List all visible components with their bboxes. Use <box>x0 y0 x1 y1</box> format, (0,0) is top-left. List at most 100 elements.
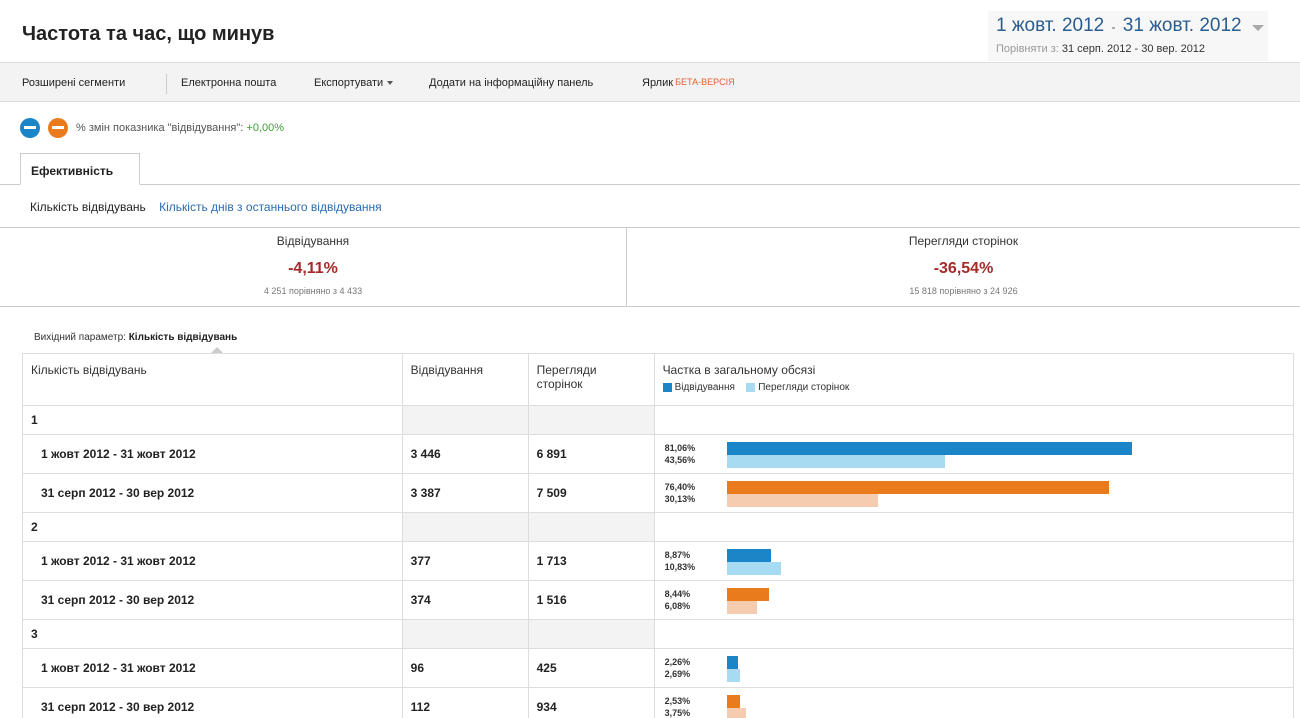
share-bars: 76,40% 30,13% <box>663 475 1285 511</box>
group-cell <box>401 405 529 435</box>
column-header-visits[interactable]: Відвідування <box>401 353 529 406</box>
scorecards: Відвідування -4,11% 4 251 порівняно з 4 … <box>0 227 1300 307</box>
advanced-segments-button[interactable]: Розширені сегменти <box>22 77 125 89</box>
pageviews-share-bar <box>726 494 878 507</box>
visits-share-bar <box>726 588 769 601</box>
row-period: 31 серп 2012 - 30 вер 2012 <box>22 687 403 718</box>
table-row[interactable]: 1 жовт 2012 - 31 жовт 2012 3 446 6 891 81,0… <box>22 434 1295 474</box>
column-header-dimension[interactable]: Кількість відвідувань <box>22 353 403 406</box>
date-range-picker[interactable]: 1 жовт. 2012 - 31 жовт. 2012 Порівняти з… <box>988 11 1268 61</box>
share-percentages: 76,40% 30,13% <box>665 481 696 505</box>
segment-current-icon[interactable] <box>20 118 40 138</box>
group-row: 2 <box>22 512 1295 542</box>
scorecard-pageviews: Перегляди сторінок -36,54% 15 818 порівн… <box>627 228 1300 306</box>
row-pageviews: 6 891 <box>527 434 655 474</box>
table-row[interactable]: 1 жовт 2012 - 31 жовт 2012 96 425 2,26% 2,69… <box>22 648 1295 688</box>
compare-range-value: 31 серп. 2012 - 30 вер. 2012 <box>1061 43 1206 55</box>
scorecard-visits-compare: 4 251 порівняно з 4 433 <box>263 286 363 296</box>
group-cell <box>653 512 1295 542</box>
add-to-dashboard-button[interactable]: Додати на інформаційну панель <box>429 77 593 89</box>
scorecard-pageviews-name: Перегляди сторінок <box>908 234 1019 248</box>
visits-share-bar <box>726 549 771 562</box>
legend-pageviews: Перегляди сторінок <box>746 382 849 393</box>
compare-range: Порівняти з: 31 серп. 2012 - 30 вер. 201… <box>996 43 1205 55</box>
share-percentages: 8,87% 10,83% <box>665 549 696 573</box>
row-period: 1 жовт 2012 - 31 жовт 2012 <box>22 648 403 688</box>
pageviews-share-pct: 30,13% <box>664 494 696 504</box>
group-row: 3 <box>22 619 1295 649</box>
chevron-down-icon <box>387 81 394 86</box>
group-cell <box>653 619 1295 649</box>
visits-share-pct: 2,26% <box>664 657 691 667</box>
share-bars: 8,44% 6,08% <box>663 582 1285 618</box>
table-row[interactable]: 1 жовт 2012 - 31 жовт 2012 377 1 713 8,87% 1… <box>22 541 1295 581</box>
email-button[interactable]: Електронна пошта <box>181 77 276 89</box>
pageviews-share-pct: 6,08% <box>664 601 691 611</box>
row-share: 2,26% 2,69% <box>653 648 1295 688</box>
row-share: 2,53% 3,75% <box>653 687 1295 718</box>
row-pageviews: 7 509 <box>527 473 655 513</box>
table-row[interactable]: 31 серп 2012 - 30 вер 2012 3 387 7 509 76,4… <box>22 473 1295 513</box>
pageviews-share-bar <box>726 455 945 468</box>
pageviews-share-pct: 2,69% <box>664 669 691 679</box>
segment-previous-icon[interactable] <box>48 118 68 138</box>
legend-pageviews-swatch <box>746 382 756 392</box>
row-pageviews: 1 713 <box>527 541 655 581</box>
share-bars: 81,06% 43,56% <box>663 436 1285 472</box>
table-body: 11 жовт 2012 - 31 жовт 2012 3 446 6 891 81,… <box>22 405 1295 718</box>
row-pageviews: 425 <box>527 648 655 688</box>
share-bars: 2,53% 3,75% <box>663 689 1285 718</box>
column-header-pageviews[interactable]: Перегляди сторінок <box>527 353 655 406</box>
row-pageviews: 1 516 <box>527 580 655 620</box>
primary-dimension-label: Вихідний параметр: <box>34 332 126 343</box>
beta-badge: БЕТА-ВЕРСІЯ <box>675 77 735 87</box>
table-row[interactable]: 31 серп 2012 - 30 вер 2012 112 934 2,53% 3,7… <box>22 687 1295 718</box>
pageviews-share-bar <box>726 669 740 682</box>
table-row[interactable]: 31 серп 2012 - 30 вер 2012 374 1 516 8,44% 6… <box>22 580 1295 620</box>
group-cell <box>527 405 655 435</box>
date-range-end: 31 жовт. 2012 <box>1122 15 1242 36</box>
group-row: 1 <box>22 405 1295 435</box>
share-percentages: 81,06% 43,56% <box>665 442 696 466</box>
segment-change-label: % змін показника "відвідування": <box>76 122 244 134</box>
subnav-visit-count[interactable]: Кількість відвідувань <box>30 200 146 214</box>
group-label: 2 <box>22 512 403 542</box>
legend-visits-label: Відвідування <box>674 382 735 393</box>
row-period: 31 серп 2012 - 30 вер 2012 <box>22 580 403 620</box>
tab-performance[interactable]: Ефективність <box>20 153 140 185</box>
report-toolbar: Розширені сегменти Електронна пошта Експ… <box>0 62 1300 102</box>
row-visits: 377 <box>401 541 529 581</box>
group-cell <box>527 512 655 542</box>
pageviews-share-pct: 3,75% <box>664 708 691 718</box>
visits-share-pct: 8,87% <box>664 550 691 560</box>
group-cell <box>401 619 529 649</box>
visits-share-pct: 81,06% <box>664 443 696 453</box>
chevron-down-icon[interactable] <box>1252 25 1264 31</box>
scorecard-visits-name: Відвідування <box>276 234 350 248</box>
pageviews-share-pct: 10,83% <box>664 562 696 572</box>
row-visits: 112 <box>401 687 529 718</box>
share-percentages: 8,44% 6,08% <box>665 588 691 612</box>
data-table: Кількість відвідувань Відвідування Перег… <box>22 353 1295 718</box>
export-label: Експортувати <box>314 77 384 89</box>
legend-pageviews-label: Перегляди сторінок <box>758 382 850 393</box>
scorecard-pageviews-change: -36,54% <box>933 260 994 277</box>
row-period: 31 серп 2012 - 30 вер 2012 <box>22 473 403 513</box>
row-pageviews: 934 <box>527 687 655 718</box>
date-range-main[interactable]: 1 жовт. 2012 - 31 жовт. 2012 <box>996 15 1242 37</box>
pageviews-share-bar <box>726 708 746 718</box>
pageviews-share-pct: 43,56% <box>664 455 696 465</box>
visits-share-pct: 2,53% <box>664 696 691 706</box>
shortcut-button[interactable]: Ярлик БЕТА-ВЕРСІЯ <box>642 77 735 89</box>
row-period: 1 жовт 2012 - 31 жовт 2012 <box>22 434 403 474</box>
visits-share-pct: 8,44% <box>664 589 691 599</box>
primary-dimension-value[interactable]: Кількість відвідувань <box>129 332 238 343</box>
subnav-days-since-last-visit[interactable]: Кількість днів з останнього відвідування <box>159 200 382 214</box>
export-button[interactable]: Експортувати <box>314 77 394 89</box>
group-cell <box>653 405 1295 435</box>
legend-visits: Відвідування <box>662 382 735 393</box>
row-visits: 374 <box>401 580 529 620</box>
shortcut-label: Ярлик <box>642 77 674 89</box>
scorecard-visits: Відвідування -4,11% 4 251 порівняно з 4 … <box>0 228 627 306</box>
group-cell <box>527 619 655 649</box>
